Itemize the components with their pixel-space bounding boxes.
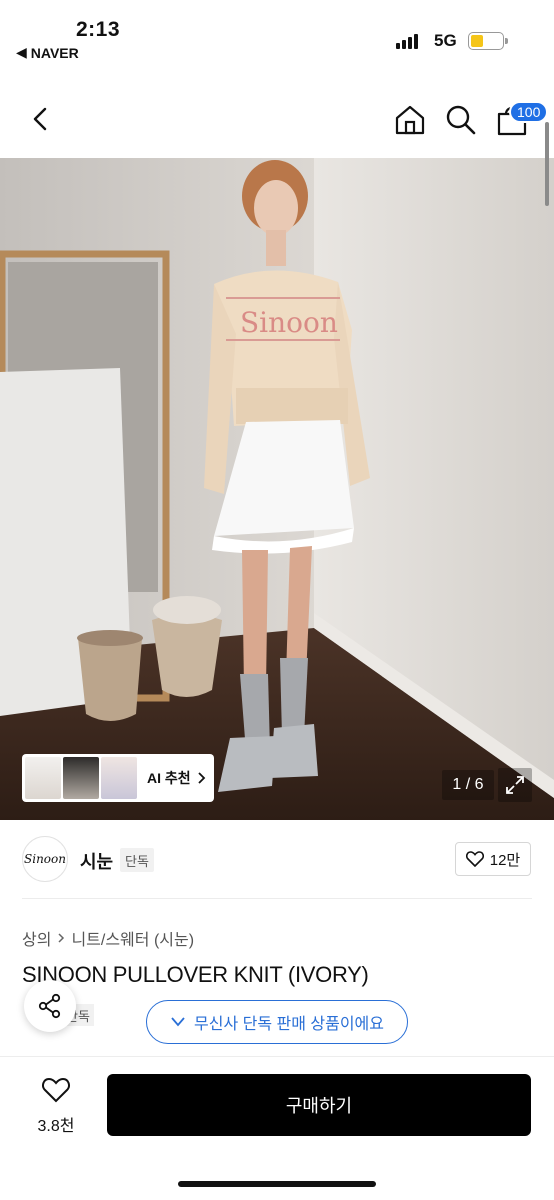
chevron-right-icon	[58, 933, 65, 943]
battery-icon	[468, 32, 508, 50]
product-image[interactable]: Sinoon	[0, 158, 554, 820]
expand-icon	[506, 776, 524, 794]
exclusive-notice-label: 무신사 단독 판매 상품이에요	[194, 1016, 384, 1033]
product-title: SINOON PULLOVER KNIT (IVORY)	[22, 962, 369, 987]
breadcrumb-category[interactable]: 상의	[22, 926, 51, 950]
heart-icon	[42, 1077, 70, 1103]
expand-image-button[interactable]	[498, 768, 532, 802]
divider	[22, 898, 532, 899]
back-triangle-icon: ◀	[16, 44, 27, 60]
home-indicator[interactable]	[178, 1181, 376, 1187]
bottom-purchase-bar: 3.8천 구매하기	[0, 1056, 554, 1200]
brand-like-button[interactable]: 12만	[455, 842, 531, 876]
network-type: 5G	[434, 31, 457, 50]
chevron-right-icon	[198, 772, 205, 784]
status-bar: 2:13 ◀ NAVER 5G	[0, 0, 554, 80]
brand-name[interactable]: 시눈	[80, 848, 113, 874]
heart-icon	[465, 851, 484, 867]
status-time: 2:13	[76, 18, 121, 41]
search-icon[interactable]	[443, 102, 479, 138]
recommend-thumbnail-1	[25, 757, 61, 799]
back-chevron-icon[interactable]	[26, 104, 56, 134]
image-counter: 1 / 6	[442, 770, 494, 800]
back-app-label: NAVER	[30, 44, 79, 61]
check-icon	[171, 1017, 185, 1027]
breadcrumb: 상의 니트/스웨터 (시눈)	[22, 926, 194, 950]
wishlist-count: 3.8천	[37, 1118, 75, 1135]
scrollbar[interactable]	[545, 122, 549, 206]
ai-recommend-label: AI 추천	[147, 770, 191, 786]
signal-icon	[396, 34, 418, 49]
ai-recommend-strip[interactable]: AI 추천	[22, 754, 214, 802]
back-to-app-link[interactable]: ◀ NAVER	[16, 44, 79, 61]
home-icon[interactable]	[392, 102, 428, 138]
recommend-thumbnail-2	[63, 757, 99, 799]
brand-row: Sinoon 시눈 단독 12만	[0, 828, 554, 898]
share-icon	[38, 993, 61, 1019]
wishlist-button[interactable]: 3.8천	[28, 1077, 84, 1136]
exclusive-badge: 단독	[120, 848, 154, 872]
battery-level	[471, 35, 483, 47]
svg-text:Sinoon: Sinoon	[240, 306, 338, 339]
exclusive-notice-pill[interactable]: 무신사 단독 판매 상품이에요	[146, 1000, 408, 1044]
brand-logo[interactable]: Sinoon	[22, 836, 68, 882]
brand-like-count: 12만	[489, 851, 521, 869]
top-navigation	[0, 80, 554, 158]
buy-button[interactable]: 구매하기	[107, 1074, 531, 1136]
share-button[interactable]	[24, 980, 76, 1032]
product-photo: Sinoon	[0, 158, 554, 820]
recommend-thumbnail-3	[101, 757, 137, 799]
cart-count-badge: 100	[509, 101, 549, 123]
breadcrumb-subcategory[interactable]: 니트/스웨터 (시눈)	[71, 926, 194, 950]
